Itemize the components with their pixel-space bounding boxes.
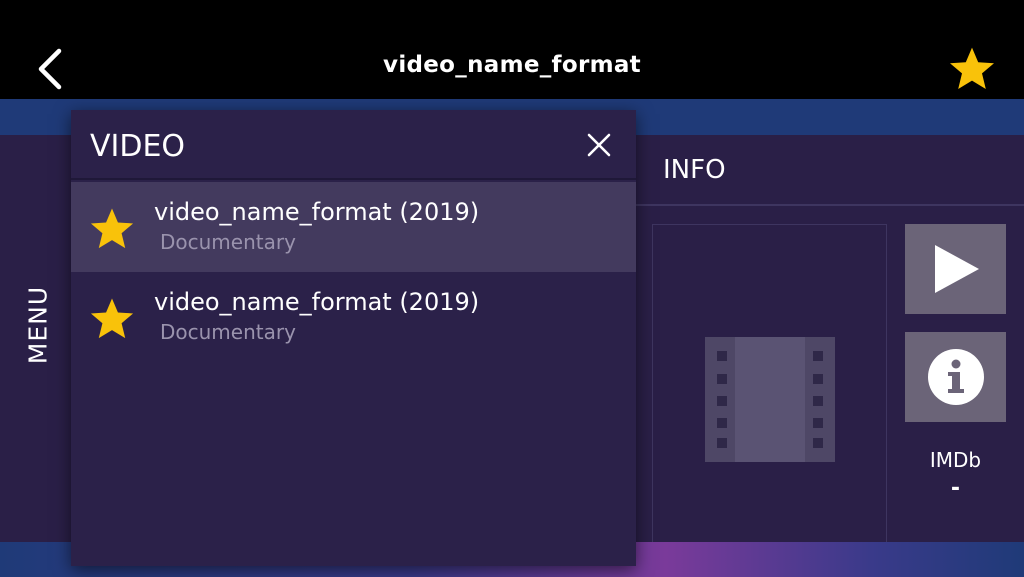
- list-item[interactable]: video_name_format (2019) Documentary: [71, 272, 636, 362]
- star-icon: [90, 298, 134, 339]
- list-item-subtitle: Documentary: [160, 320, 296, 344]
- play-icon: [934, 245, 979, 293]
- play-button[interactable]: [905, 224, 1006, 314]
- star-icon: [950, 47, 994, 89]
- imdb-label: IMDb: [929, 448, 982, 472]
- info-icon: [927, 349, 984, 405]
- favorite-button[interactable]: [944, 44, 1000, 94]
- dialog-title: VIDEO: [90, 129, 186, 164]
- menu-label[interactable]: MENU: [24, 286, 53, 364]
- top-bar: [0, 0, 1024, 99]
- list-item-title: video_name_format (2019): [154, 198, 480, 226]
- list-item-title: video_name_format (2019): [154, 288, 480, 316]
- page-title: video_name_format: [383, 52, 641, 78]
- video-dialog: VIDEO video_name_format (2019) Documenta…: [71, 110, 636, 566]
- film-icon: [705, 337, 835, 462]
- dialog-header: VIDEO: [71, 110, 636, 180]
- close-button[interactable]: [582, 128, 616, 162]
- star-icon: [90, 208, 134, 249]
- info-divider: [636, 204, 1024, 206]
- imdb-rating: -: [950, 476, 961, 501]
- list-item[interactable]: video_name_format (2019) Documentary: [71, 182, 636, 272]
- info-header: INFO: [663, 155, 726, 185]
- list-item-subtitle: Documentary: [160, 230, 296, 254]
- info-button[interactable]: [905, 332, 1006, 422]
- close-icon: [587, 133, 611, 157]
